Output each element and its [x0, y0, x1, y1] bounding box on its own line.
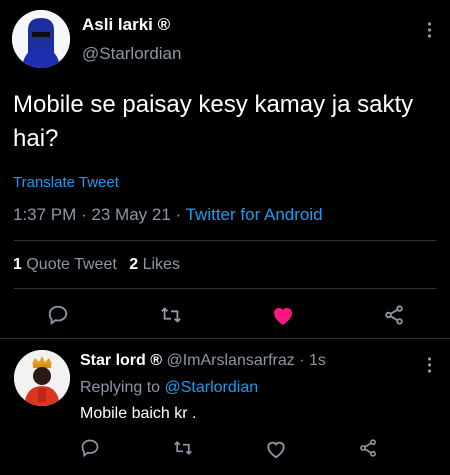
reply-icon[interactable]	[80, 438, 100, 458]
divider	[0, 338, 450, 339]
more-icon[interactable]	[427, 22, 432, 38]
quote-tweets-stat[interactable]: 1 Quote Tweet	[13, 256, 117, 273]
reply-author-avatar[interactable]	[14, 350, 70, 406]
likes-stat[interactable]: 2 Likes	[129, 256, 180, 273]
reply-author-name[interactable]: Star lord ®	[80, 352, 162, 369]
king-avatar-icon	[14, 350, 70, 406]
reply-icon[interactable]	[47, 304, 69, 326]
replying-to: Replying to @Starlordian	[80, 379, 258, 397]
tweet-text: Mobile se paisay kesy kamay ja sakty hai…	[13, 91, 414, 152]
quote-count: 1	[13, 256, 22, 273]
divider	[14, 288, 436, 289]
quote-label: Quote Tweet	[21, 256, 117, 273]
like-count: 2	[129, 256, 139, 273]
like-icon[interactable]	[265, 439, 287, 459]
author-handle[interactable]: @Starlordian	[82, 44, 181, 64]
translate-tweet-link[interactable]: Translate Tweet	[13, 174, 119, 191]
more-icon[interactable]	[427, 357, 432, 373]
heart-icon[interactable]	[271, 304, 295, 326]
source-link[interactable]: Twitter for Android	[186, 205, 323, 224]
share-icon[interactable]	[358, 438, 378, 458]
replying-prefix: Replying to	[80, 379, 165, 396]
likes-label: Likes	[138, 256, 180, 273]
hijab-avatar-icon	[12, 10, 70, 68]
divider	[14, 240, 436, 241]
tweet-timestamp: 1:37 PM · 23 May 21 · Twitter for Androi…	[13, 205, 323, 225]
retweet-icon[interactable]	[172, 438, 194, 458]
time-date: 1:37 PM · 23 May 21 ·	[13, 205, 186, 224]
reply-text: Mobile baich kr .	[80, 405, 197, 422]
reply-header: Star lord ® @ImArslansarfraz · 1s	[80, 352, 326, 370]
retweet-icon[interactable]	[159, 304, 183, 326]
reply-handle-time[interactable]: @ImArslansarfraz · 1s	[162, 352, 325, 369]
replying-to-handle[interactable]: @Starlordian	[165, 379, 259, 396]
share-icon[interactable]	[383, 304, 405, 326]
author-name[interactable]: Asli larki ®	[82, 15, 170, 35]
author-avatar[interactable]	[12, 10, 70, 68]
tweet-stats: 1 Quote Tweet 2 Likes	[13, 256, 180, 274]
